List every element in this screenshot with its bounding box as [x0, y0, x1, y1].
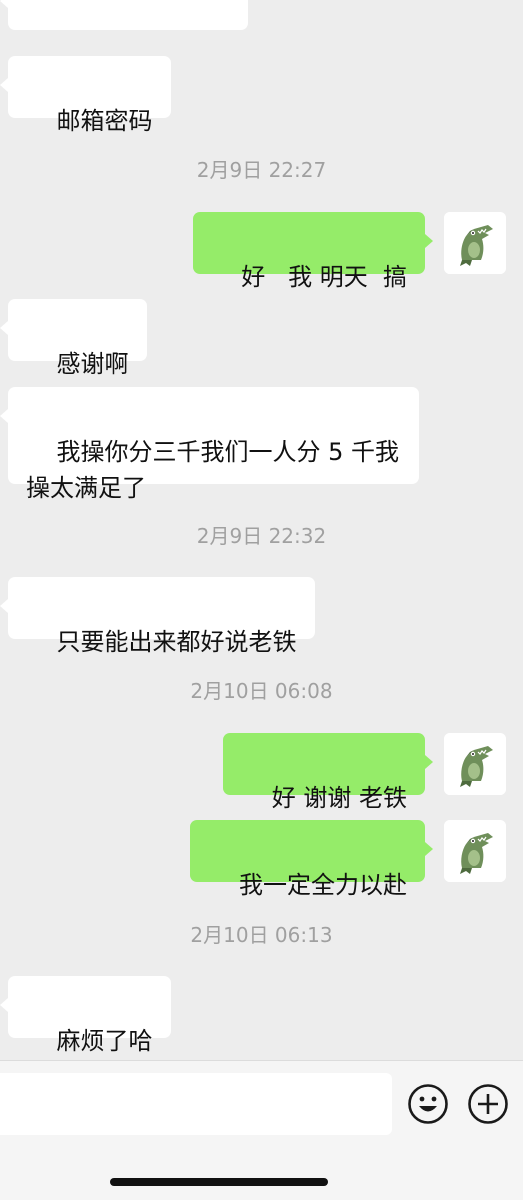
timestamp: 2月10日 06:13 [190, 923, 333, 947]
message-incoming[interactable]: 我操你分三千我们一人分 5 千我 操太满足了 [0, 387, 419, 502]
timestamp: 2月10日 06:08 [190, 679, 333, 703]
message-text: 只要能出来都好说老铁 [56, 628, 297, 656]
timestamp: 2月9日 22:27 [196, 158, 327, 182]
message-outgoing[interactable]: 好 谢谢 老铁 [223, 733, 433, 812]
message-text: 我操你分三千我们一人分 5 千我 操太满足了 [26, 438, 400, 502]
message-input[interactable] [0, 1073, 392, 1135]
smiley-face-icon [408, 1084, 448, 1124]
emoji-button[interactable] [407, 1083, 449, 1125]
message-incoming[interactable]: 只要能出来都好说老铁 [0, 577, 315, 656]
message-text: 感谢啊 [56, 350, 129, 378]
message-text: 我一定全力以赴 [239, 871, 407, 899]
message-outgoing[interactable]: 好 我 明天 搞 [192, 212, 434, 291]
timestamp: 2月9日 22:32 [196, 524, 327, 548]
plus-circle-icon [468, 1084, 508, 1124]
crocodile-avatar-icon [444, 212, 506, 274]
crocodile-avatar-icon [444, 820, 506, 882]
avatar[interactable] [444, 820, 506, 882]
home-indicator[interactable] [110, 1178, 328, 1186]
avatar[interactable] [444, 212, 506, 274]
message-text: 麻烦了哈 [56, 1027, 153, 1055]
more-options-button[interactable] [467, 1083, 509, 1125]
avatar[interactable] [444, 733, 506, 795]
message-text: 邮箱密码 [56, 107, 153, 135]
message-outgoing[interactable]: 我一定全力以赴 [190, 820, 433, 899]
message-incoming[interactable]: 感谢啊 [0, 299, 147, 378]
message-incoming[interactable]: 邮箱密码 [0, 56, 171, 135]
message-text: 好 谢谢 老铁 [271, 784, 407, 812]
message-incoming[interactable] [0, 0, 248, 30]
message-incoming[interactable]: 麻烦了哈 [0, 976, 171, 1055]
crocodile-avatar-icon [444, 733, 506, 795]
message-text: 好 我 明天 搞 [241, 263, 407, 291]
chat-area: 邮箱密码 2月9日 22:27 好 我 明天 搞 感谢啊 我操你分三千我们一人分… [0, 0, 523, 1060]
